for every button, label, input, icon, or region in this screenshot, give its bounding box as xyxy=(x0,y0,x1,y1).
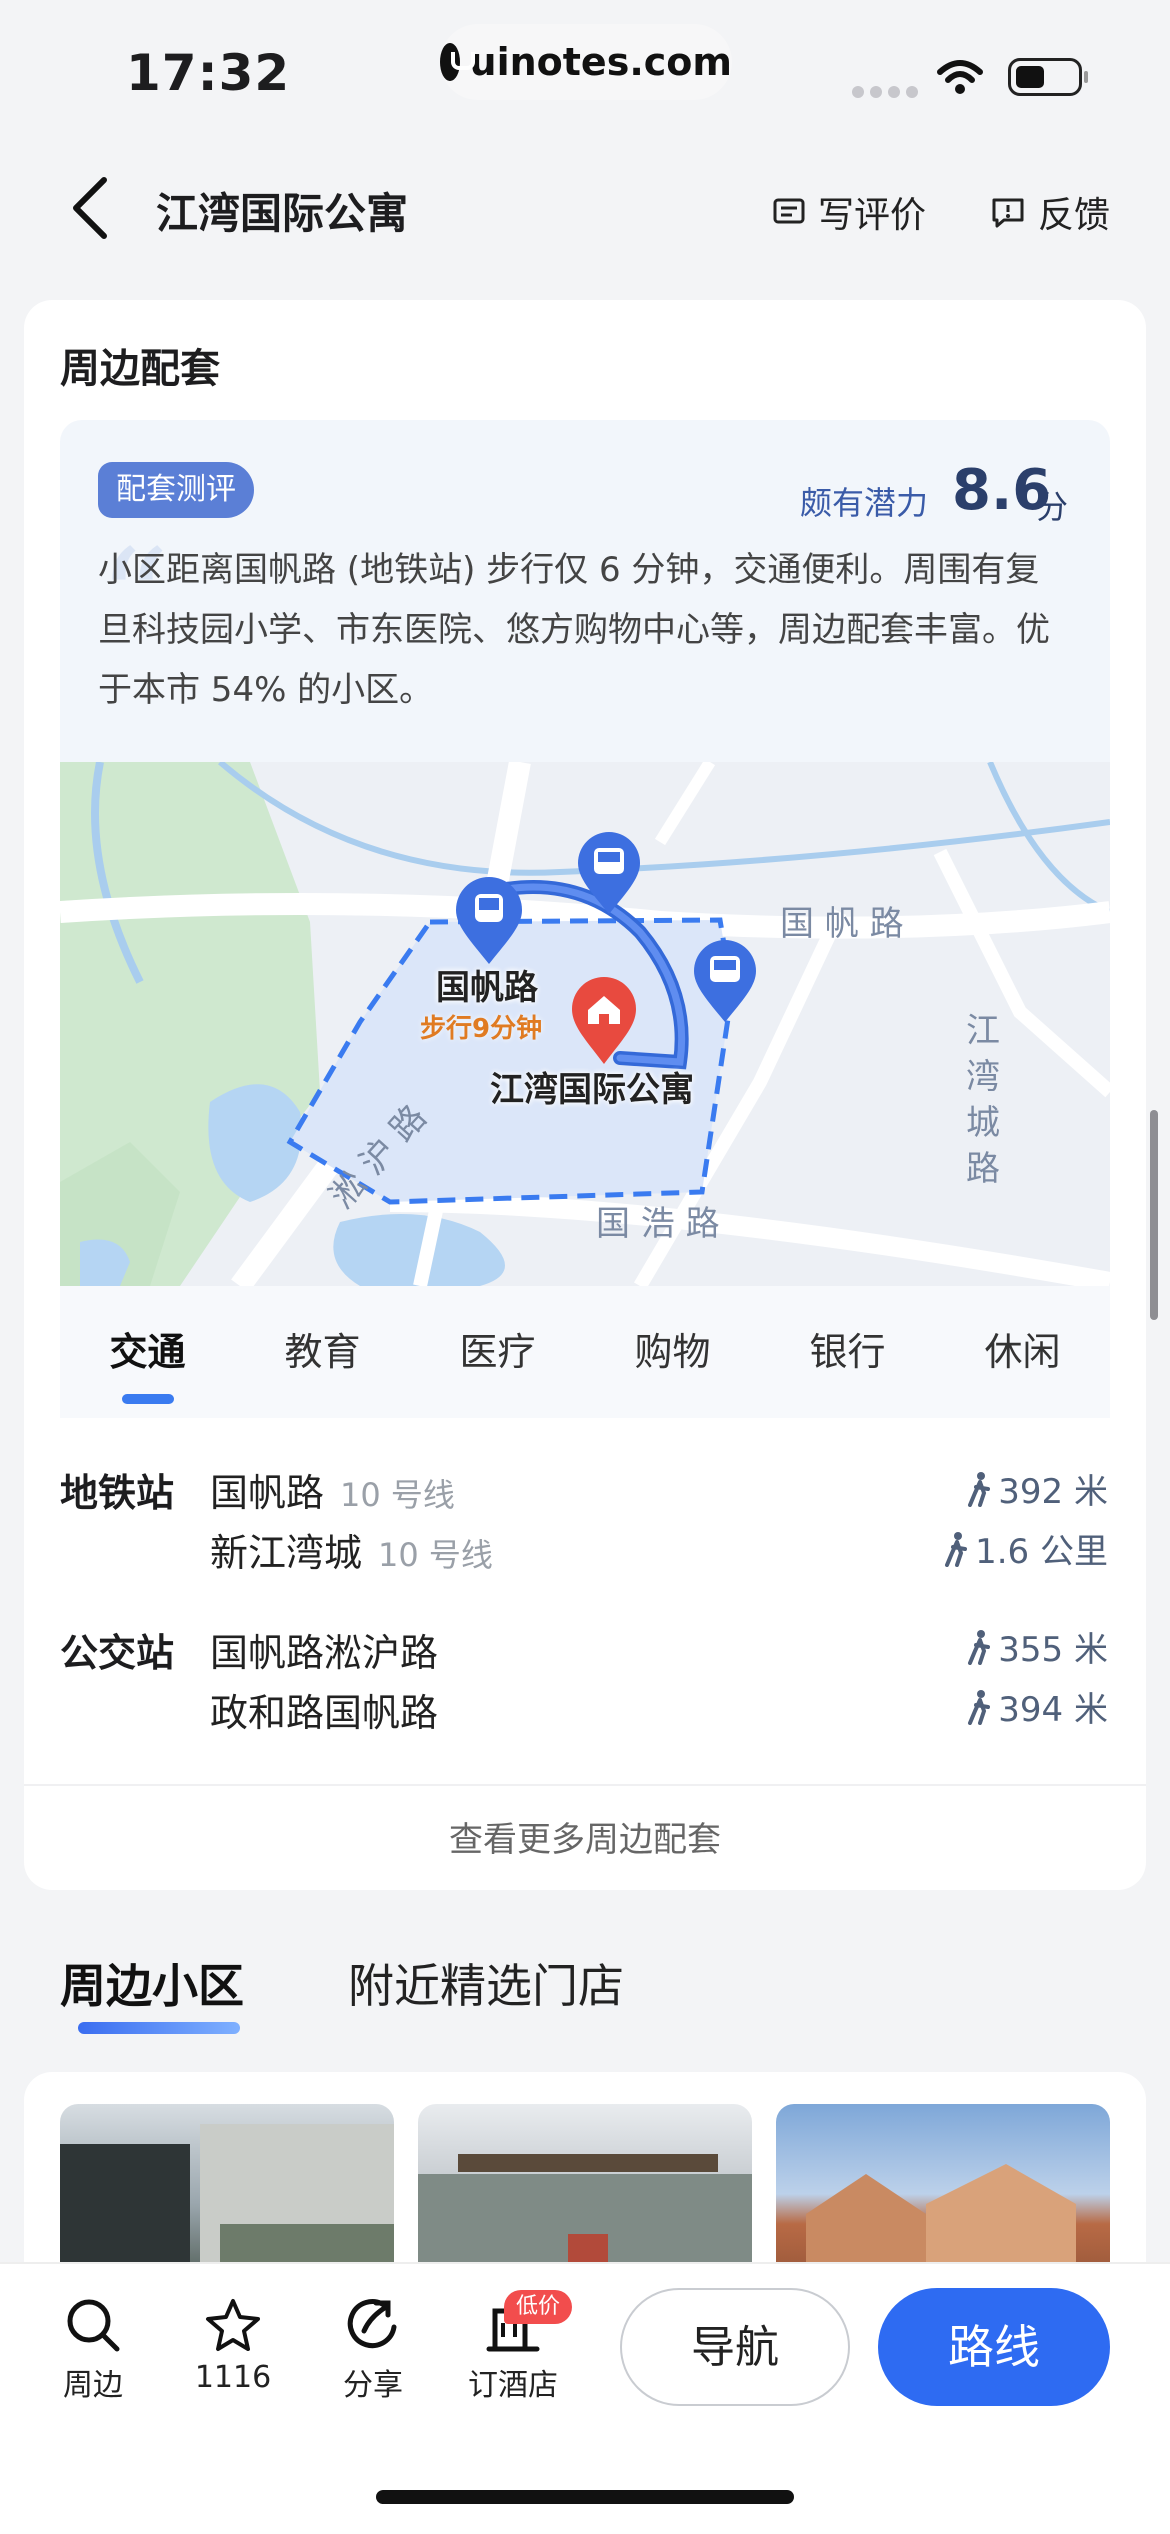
tab-leisure[interactable]: 休闲 xyxy=(935,1286,1110,1418)
nearby-button[interactable]: 周边 xyxy=(38,2290,148,2404)
distance: 392 米 xyxy=(966,1464,1108,1513)
walk-icon xyxy=(968,1689,991,1725)
distance: 1.6 公里 xyxy=(943,1524,1108,1573)
category-tabs: 交通 教育 医疗 购物 银行 休闲 xyxy=(60,1286,1110,1418)
metro-pin-icon[interactable] xyxy=(452,876,526,966)
distance-value: 394 米 xyxy=(998,1690,1108,1730)
map-walk-label: 步行9分钟 xyxy=(420,1014,543,1044)
tab-nearby-stores[interactable]: 附近精选门店 xyxy=(348,1950,624,2016)
bus-pin-icon[interactable] xyxy=(574,830,644,916)
tab-medical[interactable]: 医疗 xyxy=(410,1286,585,1418)
map-place-label: 江湾国际公寓 xyxy=(490,1070,694,1110)
review-icon xyxy=(773,198,805,224)
map-road-label: 国 浩 路 xyxy=(596,1204,720,1244)
favorite-button[interactable]: 1116 xyxy=(178,2290,288,2395)
list-item[interactable]: 新江湾城 10 号线 xyxy=(210,1522,493,1577)
map-road-label: 国 帆 路 xyxy=(780,904,904,944)
share-button[interactable]: 分享 xyxy=(318,2290,428,2404)
score-label: 颇有潜力 xyxy=(800,484,929,522)
assessment-description: 小区距离国帆路 (地铁站) 步行仅 6 分钟，交通便利。周围有复旦科技园小学、市… xyxy=(98,550,1050,710)
tab-education[interactable]: 教育 xyxy=(235,1286,410,1418)
share-label: 分享 xyxy=(343,2368,403,2403)
list-item[interactable]: 政和路国帆路 xyxy=(210,1682,438,1737)
distance-value: 1.6 公里 xyxy=(975,1532,1108,1572)
search-icon xyxy=(67,2299,120,2352)
tab-underline xyxy=(78,2022,240,2034)
scrollbar[interactable] xyxy=(1150,1110,1158,1320)
back-arrow-icon[interactable] xyxy=(68,176,112,240)
walk-icon xyxy=(968,1471,991,1507)
signal-icon xyxy=(852,86,918,98)
tab-nearby-communities[interactable]: 周边小区 xyxy=(60,1950,244,2016)
url-pill: uinotes.com xyxy=(440,24,732,100)
hotel-label: 订酒店 xyxy=(468,2368,558,2403)
feedback-icon xyxy=(992,198,1024,228)
walk-icon xyxy=(945,1531,968,1567)
navigate-button[interactable]: 导航 xyxy=(620,2288,850,2406)
distance-value: 355 米 xyxy=(998,1630,1108,1670)
feedback-label: 反馈 xyxy=(1038,195,1111,236)
bus-pin-icon-2[interactable] xyxy=(690,938,760,1024)
walk-icon xyxy=(968,1629,991,1665)
map-station-label: 国帆路 xyxy=(436,968,538,1008)
station-name: 新江湾城 xyxy=(210,1531,363,1575)
status-time: 17:32 xyxy=(126,44,291,102)
distance: 355 米 xyxy=(966,1622,1108,1671)
divider xyxy=(24,1784,1146,1786)
tab-bank[interactable]: 银行 xyxy=(760,1286,935,1418)
list-item[interactable]: 国帆路淞沪路 xyxy=(210,1622,438,1677)
bus-label: 公交站 xyxy=(60,1631,175,1675)
route-button[interactable]: 路线 xyxy=(878,2288,1110,2406)
distance-value: 392 米 xyxy=(998,1472,1108,1512)
map-road-label: 江 湾 城 路 xyxy=(966,1011,1000,1189)
wifi-icon xyxy=(937,60,983,94)
list-item[interactable]: 国帆路 10 号线 xyxy=(210,1462,455,1517)
page-title: 江湾国际公寓 xyxy=(156,189,409,238)
metro-label: 地铁站 xyxy=(60,1471,175,1515)
home-pin-icon[interactable] xyxy=(568,974,640,1066)
tab-transport[interactable]: 交通 xyxy=(60,1286,235,1418)
tab-shopping[interactable]: 购物 xyxy=(585,1286,760,1418)
write-review-button[interactable]: 写评价 xyxy=(772,186,926,238)
line-name: 10 号线 xyxy=(340,1476,455,1514)
site-logo-icon xyxy=(440,43,475,81)
more-surroundings-link[interactable]: 查看更多周边配套 xyxy=(24,1812,1146,1861)
score-unit: 分 xyxy=(1036,488,1069,526)
home-indicator[interactable] xyxy=(376,2490,794,2504)
share-icon xyxy=(347,2299,397,2349)
favorite-count: 1116 xyxy=(194,2360,272,2395)
assessment-badge: 配套测评 xyxy=(98,462,254,518)
feedback-button[interactable]: 反馈 xyxy=(990,186,1110,238)
line-name: 10 号线 xyxy=(378,1536,493,1574)
battery-icon xyxy=(1008,58,1088,96)
distance: 394 米 xyxy=(966,1682,1108,1731)
url-text: uinotes.com xyxy=(469,40,732,84)
write-review-label: 写评价 xyxy=(818,195,927,236)
low-price-badge: 低价 xyxy=(504,2290,573,2324)
station-name: 国帆路 xyxy=(210,1471,325,1515)
section-title: 周边配套 xyxy=(60,346,220,392)
nearby-label: 周边 xyxy=(63,2368,123,2403)
star-icon xyxy=(206,2299,260,2351)
